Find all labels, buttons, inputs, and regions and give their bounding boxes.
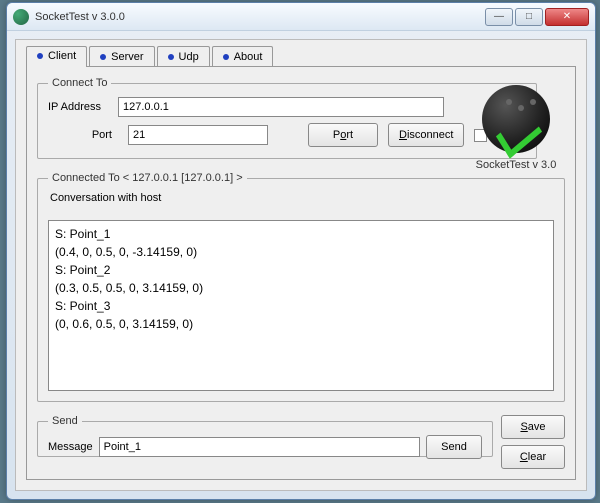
connected-to-legend: Connected To < 127.0.0.1 [127.0.0.1] >: [48, 172, 247, 184]
logo-caption: SocketTest v 3.0: [471, 159, 561, 171]
window-title: SocketTest v 3.0.0: [35, 11, 485, 23]
ip-label: IP Address: [48, 101, 118, 113]
connect-to-group: Connect To IP Address Port Port Disconne…: [37, 77, 537, 159]
app-icon: [13, 9, 29, 25]
tab-udp[interactable]: Udp: [157, 46, 210, 67]
save-button[interactable]: Save: [501, 415, 565, 439]
port-button[interactable]: Port: [308, 123, 378, 147]
tab-label: Udp: [179, 51, 199, 63]
tab-panel-client: Connect To IP Address Port Port Disconne…: [26, 66, 576, 480]
tab-label: Server: [111, 51, 143, 63]
bullet-icon: [223, 54, 229, 60]
port-label: Port: [48, 129, 118, 141]
tab-server[interactable]: Server: [89, 46, 154, 67]
logo-area: SocketTest v 3.0: [471, 85, 561, 171]
conversation-textarea[interactable]: S: Point_1 (0.4, 0, 0.5, 0, -3.14159, 0)…: [48, 220, 554, 391]
close-button[interactable]: ✕: [545, 8, 589, 26]
app-window: SocketTest v 3.0.0 — □ ✕ Client Server U…: [6, 2, 596, 500]
client-area: Client Server Udp About Connect To IP Ad…: [15, 39, 587, 491]
minimize-button[interactable]: —: [485, 8, 513, 26]
bullet-icon: [100, 54, 106, 60]
bullet-icon: [37, 53, 43, 59]
clear-button[interactable]: Clear: [501, 445, 565, 469]
maximize-button[interactable]: □: [515, 8, 543, 26]
titlebar[interactable]: SocketTest v 3.0.0 — □ ✕: [7, 3, 595, 31]
connected-to-group: Connected To < 127.0.0.1 [127.0.0.1] > C…: [37, 172, 565, 402]
window-controls: — □ ✕: [485, 8, 589, 26]
bullet-icon: [168, 54, 174, 60]
ip-input[interactable]: [118, 97, 444, 117]
message-input[interactable]: [99, 437, 420, 457]
send-button[interactable]: Send: [426, 435, 482, 459]
conversation-label: Conversation with host: [50, 192, 554, 204]
side-buttons: Save Clear: [501, 415, 565, 469]
tab-label: About: [234, 51, 263, 63]
send-group: Send Message Send: [37, 415, 493, 457]
disconnect-button[interactable]: Disconnect: [388, 123, 464, 147]
message-label: Message: [48, 441, 93, 453]
tab-label: Client: [48, 50, 76, 62]
connect-to-legend: Connect To: [48, 77, 111, 89]
tab-client[interactable]: Client: [26, 46, 87, 67]
tab-about[interactable]: About: [212, 46, 274, 67]
send-legend: Send: [48, 415, 82, 427]
tab-bar: Client Server Udp About: [26, 46, 273, 67]
port-input[interactable]: [128, 125, 268, 145]
sockettest-logo-icon: [482, 85, 550, 153]
